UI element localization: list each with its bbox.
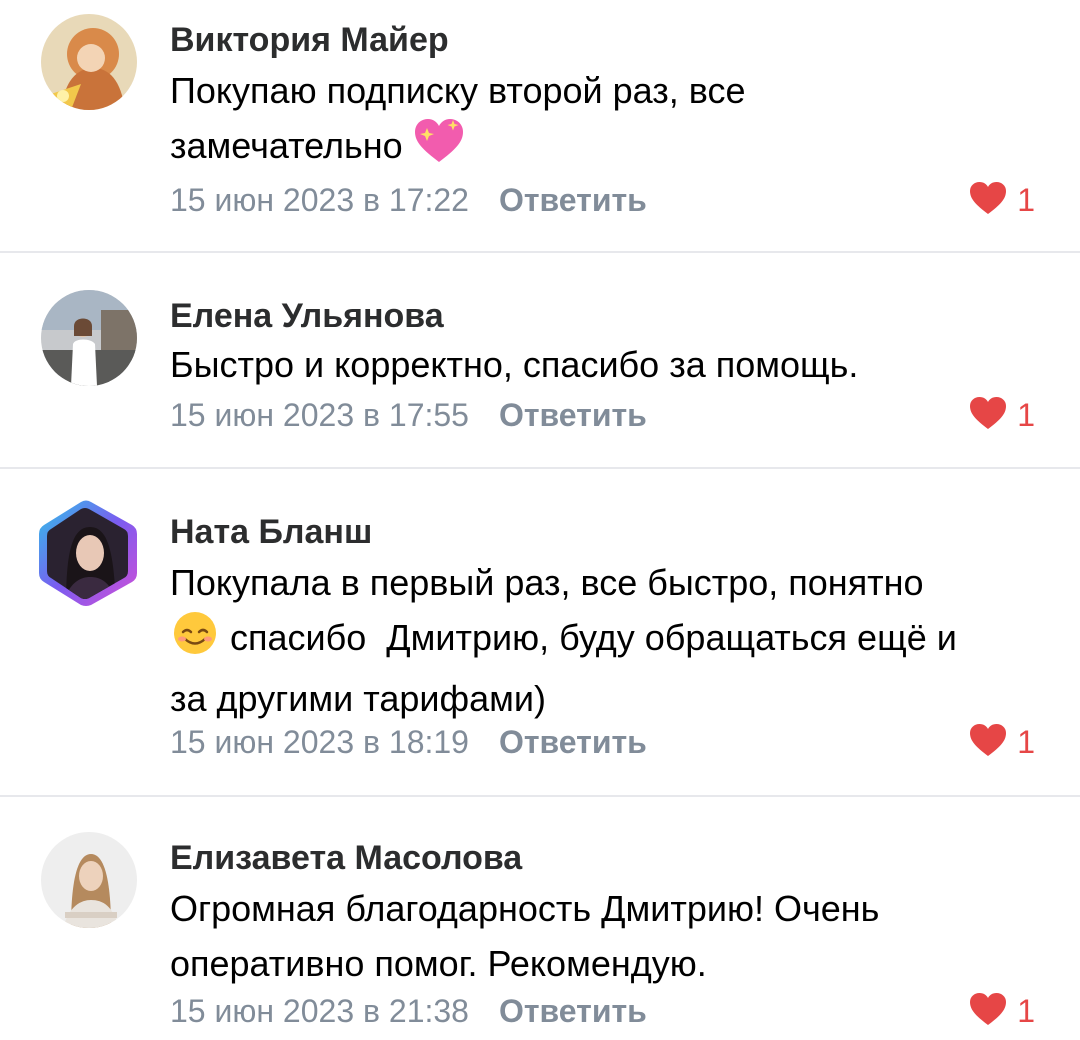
heart-icon (969, 396, 1007, 435)
comment-text-line: спасибо Дмитрию, буду обращаться ещё и (170, 610, 1050, 671)
reply-button[interactable]: Ответить (499, 182, 647, 218)
comment-date[interactable]: 15 июн 2023 в 21:38 (170, 993, 469, 1029)
comment-text-fragment: спасибо Дмитрию, буду обращаться ещё и (220, 617, 957, 659)
avatar[interactable] (41, 832, 137, 928)
comment-text: Покупала в первый раз, все быстро, понят… (170, 555, 1050, 726)
comment-meta: 15 июн 2023 в 18:19 Ответить (170, 722, 647, 762)
comment-text-line: Покупаю подписку второй раз, все (170, 70, 746, 111)
reply-button[interactable]: Ответить (499, 397, 647, 433)
comment-date[interactable]: 15 июн 2023 в 17:55 (170, 397, 469, 433)
comment-item: Елизавета Масолова Огромная благодарност… (0, 797, 1080, 1040)
like-button[interactable]: 1 (969, 991, 1035, 1031)
avatar[interactable] (36, 499, 142, 607)
comment-text: Покупаю подписку второй раз, все замечат… (170, 63, 1050, 179)
reply-button[interactable]: Ответить (499, 724, 647, 760)
comment-text-fragment: замечательно (170, 125, 413, 167)
comment-text-line: Огромная благодарность Дмитрию! Очень (170, 888, 880, 929)
comment-item: Елена Ульянова Быстро и корректно, спаси… (0, 253, 1080, 467)
comment-author[interactable]: Виктория Майер (170, 20, 449, 60)
like-button[interactable]: 1 (969, 180, 1035, 220)
comment-text-line: оперативно помог. Рекомендую. (170, 943, 707, 984)
heart-icon (969, 992, 1007, 1031)
comment-text-line: за другими тарифами) (170, 678, 546, 719)
comments-list: Виктория Майер Покупаю подписку второй р… (0, 0, 1080, 1040)
like-count: 1 (1017, 724, 1035, 760)
smiling-face-icon (170, 610, 220, 671)
reply-button[interactable]: Ответить (499, 993, 647, 1029)
comment-text: Быстро и корректно, спасибо за помощь. (170, 344, 859, 385)
comment-meta: 15 июн 2023 в 21:38 Ответить (170, 991, 647, 1031)
like-count: 1 (1017, 993, 1035, 1029)
comment-item: Виктория Майер Покупаю подписку второй р… (0, 0, 1080, 252)
comment-author[interactable]: Елизавета Масолова (170, 838, 522, 878)
comment-item: Ната Бланш Покупала в первый раз, все бы… (0, 469, 1080, 795)
heart-icon (969, 723, 1007, 762)
comment-date[interactable]: 15 июн 2023 в 18:19 (170, 724, 469, 760)
heart-icon (969, 181, 1007, 220)
comment-meta: 15 июн 2023 в 17:55 Ответить (170, 395, 647, 435)
comment-text-line: Покупала в первый раз, все быстро, понят… (170, 562, 924, 603)
avatar[interactable] (41, 290, 137, 386)
like-button[interactable]: 1 (969, 395, 1035, 435)
comment-text-line: замечательно (170, 118, 1050, 179)
comment-author[interactable]: Елена Ульянова (170, 296, 444, 336)
comment-text: Огромная благодарность Дмитрию! Очень оп… (170, 881, 1050, 991)
comment-author[interactable]: Ната Бланш (170, 512, 372, 552)
like-count: 1 (1017, 397, 1035, 433)
avatar[interactable] (41, 14, 137, 110)
like-button[interactable]: 1 (969, 722, 1035, 762)
sparkling-heart-icon (413, 118, 465, 179)
comment-date[interactable]: 15 июн 2023 в 17:22 (170, 182, 469, 218)
like-count: 1 (1017, 182, 1035, 218)
comment-meta: 15 июн 2023 в 17:22 Ответить (170, 180, 647, 220)
